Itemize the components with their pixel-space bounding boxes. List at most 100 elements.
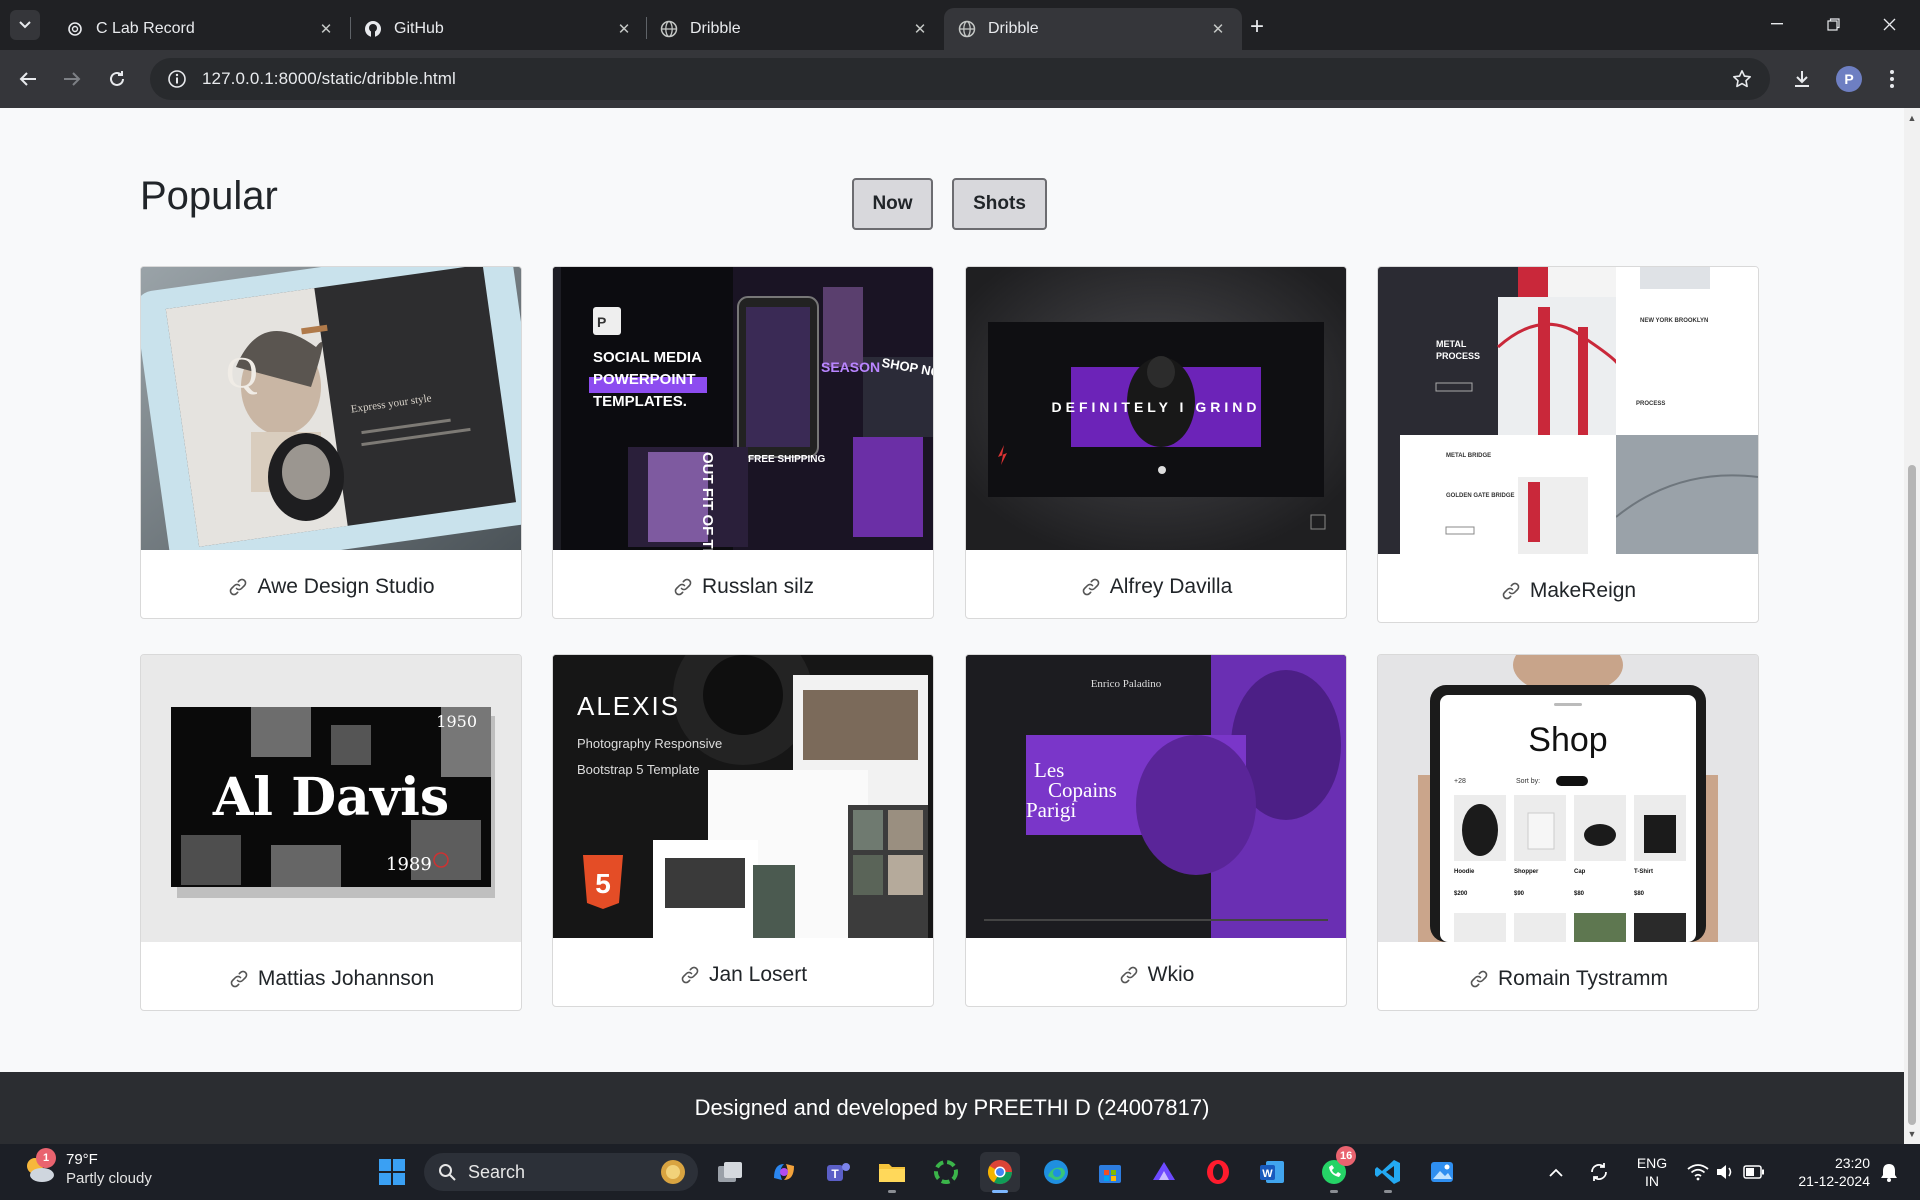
shot-thumbnail[interactable]: Q Express your style	[141, 267, 521, 550]
close-tab-icon[interactable]: ✕	[1208, 19, 1228, 39]
thumb-text: Enrico Paladino	[1091, 678, 1162, 690]
system-clock[interactable]: 23:20 21-12-2024	[1782, 1154, 1870, 1190]
shot-card[interactable]: P SOCIAL MEDIA POWERPOINT TEMPLATES. SEA…	[552, 266, 934, 619]
tab-search-button[interactable]	[10, 10, 40, 40]
opera-icon[interactable]	[1198, 1152, 1238, 1192]
thumb-text: Sort by:	[1516, 778, 1540, 785]
shot-thumbnail[interactable]: P SOCIAL MEDIA POWERPOINT TEMPLATES. SEA…	[553, 267, 933, 550]
sync-app-icon[interactable]	[926, 1152, 966, 1192]
link-icon	[1468, 968, 1490, 990]
menu-kebab-icon[interactable]	[1876, 63, 1908, 95]
task-view-icon[interactable]	[710, 1152, 750, 1192]
new-tab-plus-icon[interactable]: +	[1242, 12, 1272, 42]
active-indicator	[992, 1190, 1008, 1193]
shot-card[interactable]: DEFINITELY I GRIND Alfrey Davilla	[965, 266, 1347, 619]
shot-author-link[interactable]: MakeReign	[1378, 577, 1758, 605]
link-icon	[1080, 576, 1102, 598]
profile-avatar[interactable]: P	[1836, 66, 1862, 92]
windows-start-icon[interactable]	[372, 1152, 412, 1192]
url-text[interactable]: 127.0.0.1:8000/static/dribble.html	[202, 69, 456, 89]
shot-card[interactable]: ALEXIS Photography Responsive Bootstrap …	[552, 654, 934, 1007]
thumb-text: PROCESS	[1436, 351, 1480, 361]
whatsapp-icon[interactable]: 16	[1314, 1146, 1357, 1193]
svg-text:Q: Q	[226, 348, 258, 397]
edge-icon[interactable]	[1036, 1152, 1076, 1192]
close-tab-icon[interactable]: ✕	[614, 19, 634, 39]
forward-arrow-icon[interactable]	[56, 63, 88, 95]
shot-author-link[interactable]: Mattias Johannson	[141, 965, 521, 993]
shot-card[interactable]: Al Davis 1950 1989 Mattias Johannson	[140, 654, 522, 1011]
shot-author-link[interactable]: Russlan silz	[553, 573, 933, 601]
scroll-down-icon[interactable]: ▼	[1904, 1126, 1920, 1142]
tab-dribble-active[interactable]: Dribble ✕	[944, 8, 1242, 50]
shot-card[interactable]: METAL PROCESS NEW YORK BROOKLYN PROCESS …	[1377, 266, 1759, 623]
close-window-icon[interactable]	[1866, 8, 1912, 40]
input-language[interactable]: ENG IN	[1628, 1154, 1676, 1190]
search-highlight-icon	[658, 1157, 688, 1187]
back-arrow-icon[interactable]	[12, 63, 44, 95]
clock-time: 23:20	[1834, 1155, 1870, 1171]
copilot-icon[interactable]	[764, 1152, 804, 1192]
close-tab-icon[interactable]: ✕	[316, 19, 336, 39]
vscode-icon[interactable]	[1368, 1152, 1408, 1193]
shot-author-link[interactable]: Alfrey Davilla	[966, 573, 1346, 601]
address-bar[interactable]: 127.0.0.1:8000/static/dribble.html	[150, 58, 1770, 100]
teams-icon[interactable]: T	[818, 1152, 858, 1192]
sync-tray-icon[interactable]	[1584, 1152, 1614, 1192]
thumb-text: Parigi	[1026, 798, 1076, 822]
scroll-thumb[interactable]	[1908, 465, 1916, 1125]
tab-github[interactable]: GitHub ✕	[350, 8, 648, 50]
restore-icon[interactable]	[1810, 8, 1856, 40]
author-name: Jan Losert	[708, 963, 808, 986]
globe-icon	[958, 20, 976, 38]
photos-app-icon[interactable]	[1422, 1152, 1462, 1192]
running-indicator	[1384, 1190, 1392, 1193]
thumb-text: FREE SHIPPING	[748, 454, 825, 465]
volume-icon[interactable]	[1712, 1152, 1738, 1192]
shot-thumbnail[interactable]: DEFINITELY I GRIND	[966, 267, 1346, 550]
windows-taskbar: 1 79°F Partly cloudy Search T W 16 ENG I…	[0, 1144, 1920, 1200]
reload-icon[interactable]	[101, 63, 133, 95]
shot-author-link[interactable]: Romain Tystramm	[1378, 965, 1758, 993]
wifi-icon[interactable]	[1684, 1152, 1712, 1192]
bookmark-star-icon[interactable]	[1730, 67, 1754, 91]
word-icon[interactable]: W	[1252, 1152, 1292, 1192]
filter-now-button[interactable]: Now	[852, 178, 933, 230]
weather-widget[interactable]: 1 79°F Partly cloudy	[22, 1148, 152, 1188]
chrome-icon[interactable]	[980, 1152, 1020, 1193]
author-name: Awe Design Studio	[257, 575, 435, 598]
shot-thumbnail[interactable]: Enrico Paladino Les Copains Parigi	[966, 655, 1346, 938]
scroll-up-icon[interactable]: ▲	[1904, 110, 1920, 126]
microsoft-store-icon[interactable]	[1090, 1152, 1130, 1192]
page-scrollbar[interactable]: ▲ ▼	[1904, 108, 1920, 1144]
shot-card[interactable]: Q Express your style Awe Design Studio	[140, 266, 522, 619]
notification-bell-icon[interactable]	[1874, 1152, 1904, 1192]
tab-c-lab-record[interactable]: C Lab Record ✕	[52, 8, 350, 50]
tab-dribble[interactable]: Dribble ✕	[646, 8, 944, 50]
minimize-icon[interactable]	[1754, 8, 1800, 40]
shot-thumbnail[interactable]: Al Davis 1950 1989	[141, 655, 521, 942]
shot-card[interactable]: Shop +28 Sort by: Hoodie Shopper Cap T-S…	[1377, 654, 1759, 1011]
taskbar-search[interactable]: Search	[424, 1153, 698, 1191]
github-icon	[364, 20, 382, 38]
shot-thumbnail[interactable]: Shop +28 Sort by: Hoodie Shopper Cap T-S…	[1378, 655, 1758, 942]
shot-thumbnail[interactable]: ALEXIS Photography Responsive Bootstrap …	[553, 655, 933, 938]
shot-author-link[interactable]: Awe Design Studio	[141, 573, 521, 601]
thumb-text: 1989	[386, 854, 432, 875]
shot-card[interactable]: Enrico Paladino Les Copains Parigi Wkio	[965, 654, 1347, 1007]
file-explorer-icon[interactable]	[872, 1152, 912, 1193]
footer-credit: Designed and developed by PREETHI D (240…	[694, 1095, 1210, 1120]
download-icon[interactable]	[1786, 63, 1818, 95]
shot-author-link[interactable]: Jan Losert	[553, 961, 933, 989]
proton-vpn-icon[interactable]	[1144, 1152, 1184, 1192]
running-indicator	[1330, 1190, 1338, 1193]
filter-shots-button[interactable]: Shots	[952, 178, 1047, 230]
show-hidden-icons-chevron-up-icon[interactable]	[1542, 1152, 1570, 1192]
site-info-icon[interactable]	[166, 68, 188, 90]
shot-thumbnail[interactable]: METAL PROCESS NEW YORK BROOKLYN PROCESS …	[1378, 267, 1758, 554]
battery-icon[interactable]	[1740, 1152, 1768, 1192]
shot-author-link[interactable]: Wkio	[966, 961, 1346, 989]
thumb-text: PROCESS	[1636, 401, 1665, 407]
author-name: Russlan silz	[701, 575, 815, 598]
close-tab-icon[interactable]: ✕	[910, 19, 930, 39]
